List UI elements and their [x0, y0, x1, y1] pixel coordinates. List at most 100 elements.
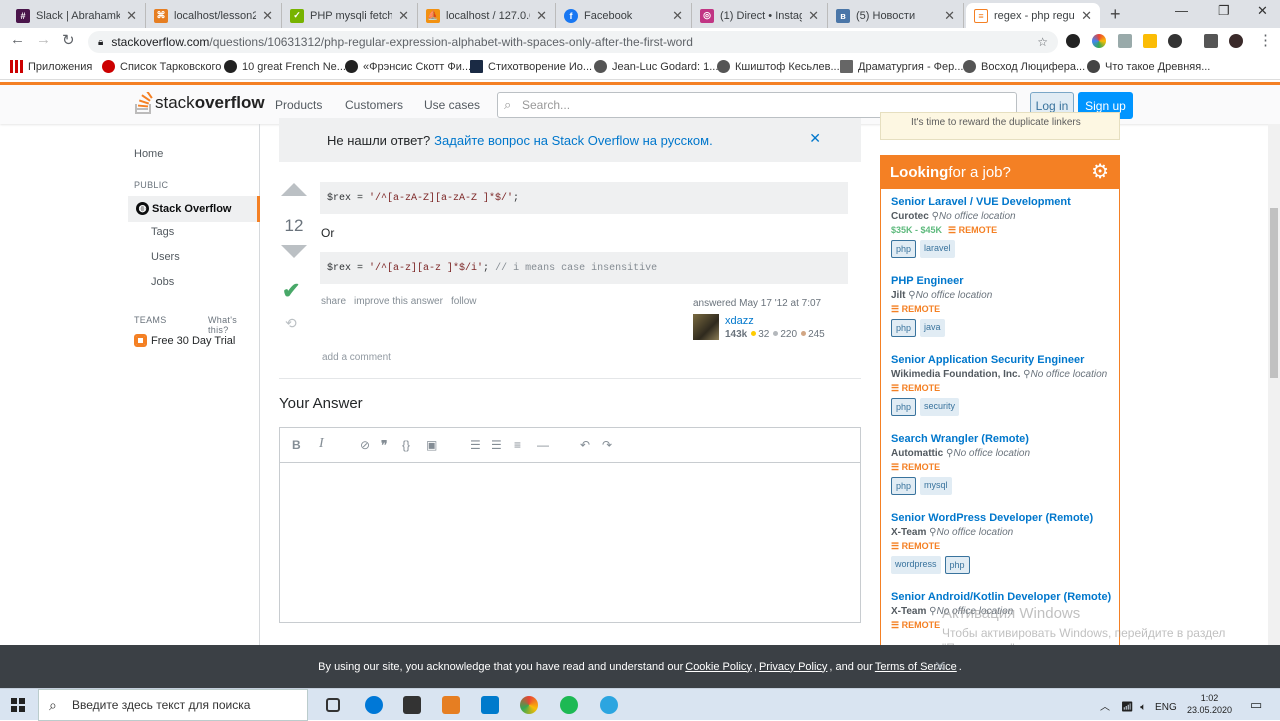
bookmark-item[interactable]: 10 great French Ne...: [224, 60, 346, 73]
job-listing[interactable]: Search Wrangler (Remote) Automattic ⚲No …: [891, 433, 1116, 495]
job-listing[interactable]: Senior Laravel / VUE Development Curotec…: [891, 196, 1116, 258]
network-icon[interactable]: 📶︎: [1121, 702, 1134, 713]
tab-localhost-lesson[interactable]: ⌘localhost/lesson2/ca✕: [146, 3, 282, 28]
nav-use-cases[interactable]: Use cases: [424, 98, 480, 112]
teams-whats-this-link[interactable]: What's this?: [208, 315, 259, 335]
chrome-icon[interactable]: [520, 696, 538, 714]
cookie-policy-link[interactable]: Cookie Policy: [685, 661, 752, 673]
bookmark-item[interactable]: «Фрэнсис Скотт Фи...: [345, 60, 471, 73]
job-listing[interactable]: Senior WordPress Developer (Remote) X-Te…: [891, 512, 1116, 574]
url-bar[interactable]: 🔒︎ stackoverflow.com/questions/10631312/p…: [88, 31, 1058, 53]
image-icon[interactable]: ▣: [426, 438, 437, 452]
bookmark-item[interactable]: Стихотворение Ио...: [470, 60, 592, 73]
job-listing[interactable]: PHP Engineer Jilt ⚲No office location ☰ …: [891, 275, 1116, 337]
close-icon[interactable]: ✕: [809, 130, 821, 147]
menu-icon[interactable]: ⋮: [1258, 31, 1273, 49]
stackoverflow-logo[interactable]: stack overflow: [135, 92, 265, 114]
teams-free-trial-link[interactable]: Free 30 Day Trial: [134, 334, 235, 347]
tab-php-mysqli[interactable]: ✓PHP mysqli fetch_all✕: [282, 3, 418, 28]
history-icon[interactable]: ⟲: [285, 315, 297, 332]
scrollbar-thumb[interactable]: [1270, 208, 1278, 378]
taskbar-clock[interactable]: 1:02 23.05.2020: [1187, 692, 1232, 716]
nav-products[interactable]: Products: [275, 98, 322, 112]
page-scrollbar[interactable]: [1268, 124, 1280, 688]
forward-icon[interactable]: →: [36, 31, 51, 48]
horizontal-rule-icon[interactable]: —: [537, 438, 549, 452]
tag-java[interactable]: java: [920, 319, 945, 337]
link-icon[interactable]: ⊘: [360, 438, 370, 452]
share-link[interactable]: share: [321, 296, 346, 307]
undo-icon[interactable]: ↶: [580, 438, 590, 452]
upvote-arrow-icon[interactable]: [281, 183, 307, 196]
downvote-arrow-icon[interactable]: [281, 245, 307, 258]
back-icon[interactable]: ←: [10, 31, 25, 48]
job-listing[interactable]: Senior Application Security Engineer Wik…: [891, 354, 1116, 416]
user-name-link[interactable]: xdazz: [725, 315, 754, 327]
windows-start-icon[interactable]: [11, 698, 25, 712]
chevron-up-icon[interactable]: ︿: [1100, 702, 1110, 713]
tab-instagram[interactable]: ◎(1) Direct • Instagram✕: [692, 3, 828, 28]
redo-icon[interactable]: ↷: [602, 438, 612, 452]
improve-answer-link[interactable]: improve this answer: [354, 296, 443, 307]
volume-icon[interactable]: 🔈︎: [1140, 702, 1146, 713]
extension-icon[interactable]: [1168, 34, 1182, 48]
italic-icon[interactable]: I: [319, 436, 324, 452]
close-icon[interactable]: ✕: [1081, 8, 1092, 24]
privacy-policy-link[interactable]: Privacy Policy: [759, 661, 827, 673]
bookmark-apps[interactable]: Приложения: [10, 60, 92, 73]
restore-button[interactable]: ❐: [1218, 3, 1230, 19]
extension-icon[interactable]: [1092, 34, 1106, 48]
avatar[interactable]: [1229, 34, 1243, 48]
quote-icon[interactable]: ❞: [381, 438, 387, 452]
answer-editor[interactable]: B I ⊘ ❞ {} ▣ ☰ ☰ ≡ — ↶ ↷: [279, 427, 861, 623]
tag-php[interactable]: php: [944, 556, 970, 574]
close-icon[interactable]: ✕: [808, 8, 819, 24]
minimize-button[interactable]: —: [1175, 3, 1188, 18]
ordered-list-icon[interactable]: ☰: [470, 438, 481, 452]
bullet-list-icon[interactable]: ☰: [491, 438, 502, 452]
bold-icon[interactable]: B: [292, 438, 301, 452]
close-icon[interactable]: ✕: [536, 8, 547, 24]
bookmark-item[interactable]: Драматургия - Фер...: [840, 60, 963, 73]
nav-stackoverflow[interactable]: ◍ Stack Overflow: [128, 196, 260, 222]
nav-users[interactable]: Users: [151, 251, 180, 263]
code-icon[interactable]: {}: [402, 438, 410, 452]
bookmark-item[interactable]: Кшиштоф Кесьлев...: [717, 60, 840, 73]
close-icon[interactable]: ✕: [262, 8, 273, 24]
task-view-icon[interactable]: [326, 698, 340, 712]
telegram-icon[interactable]: [600, 696, 618, 714]
tag-wordpress[interactable]: wordpress: [891, 556, 941, 574]
nav-tags[interactable]: Tags: [151, 226, 174, 238]
spotify-icon[interactable]: [560, 696, 578, 714]
system-tray[interactable]: ︿ 📶︎ 🔈︎ ENG: [1100, 698, 1177, 713]
extension-icon[interactable]: [1143, 34, 1157, 48]
store-icon[interactable]: [403, 696, 421, 714]
tag-mysql[interactable]: mysql: [920, 477, 952, 495]
vscode-icon[interactable]: [481, 696, 499, 714]
language-indicator[interactable]: ENG: [1155, 702, 1177, 713]
edge-icon[interactable]: [365, 696, 383, 714]
tag-php[interactable]: php: [891, 319, 917, 337]
nav-jobs[interactable]: Jobs: [151, 276, 174, 288]
close-icon[interactable]: ✕: [126, 8, 137, 24]
bookmark-item[interactable]: Что такое Древняя...: [1087, 60, 1210, 73]
bookmark-item[interactable]: Список Тарковского: [102, 60, 221, 73]
sublime-icon[interactable]: [442, 696, 460, 714]
bookmark-item[interactable]: Jean-Luc Godard: 1...: [594, 60, 718, 73]
tag-security[interactable]: security: [920, 398, 960, 416]
tab-facebook[interactable]: f Facebook ✕: [556, 3, 692, 28]
tab-regex-active[interactable]: ≡regex - php regular✕: [966, 3, 1100, 28]
media-icon[interactable]: [1204, 34, 1218, 48]
bookmark-item[interactable]: Восход Люцифера...: [963, 60, 1085, 73]
bookmark-star-icon[interactable]: ☆: [1037, 35, 1048, 49]
close-icon[interactable]: ✕: [944, 8, 955, 24]
follow-link[interactable]: follow: [451, 296, 477, 307]
tag-php[interactable]: php: [891, 398, 917, 416]
tab-vk-news[interactable]: в (5) Новости ✕: [828, 3, 964, 28]
tag-laravel[interactable]: laravel: [920, 240, 955, 258]
tab-phpmyadmin[interactable]: ⛵localhost / 127.0.0.1✕: [418, 3, 556, 28]
taskbar-search-input[interactable]: ⌕ Введите здесь текст для поиска: [38, 689, 308, 721]
extension-icon[interactable]: [1118, 34, 1132, 48]
tab-slack[interactable]: #Slack | Abrahamkare✕: [8, 3, 146, 28]
new-tab-button[interactable]: +: [1110, 4, 1121, 25]
